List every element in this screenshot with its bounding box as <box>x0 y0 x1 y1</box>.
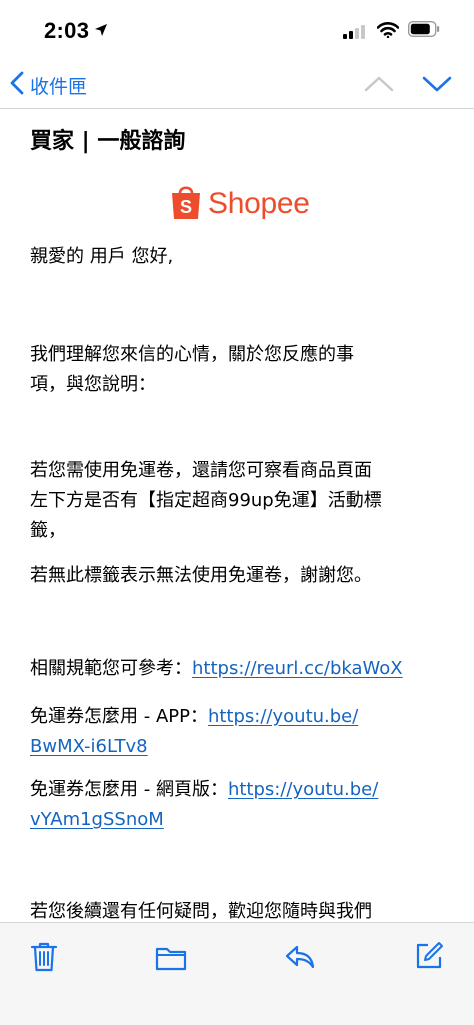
web-guide-link-part-2[interactable]: vYAm1gSSnoM <box>30 809 164 830</box>
chevron-left-icon <box>10 71 24 99</box>
greeting: 親愛的 用戶 您好, <box>30 246 174 267</box>
email-subject: 買家 | 一般諮詢 <box>30 129 186 154</box>
web-guide-line: 免運券怎麼用 - 網頁版：https://youtu.be/ vYAm1gSSn… <box>30 775 440 835</box>
chevron-up-icon <box>364 76 394 92</box>
back-to-inbox-button[interactable]: 收件匣 <box>10 70 87 100</box>
paragraph-1-line-2: 項，與您說明： <box>30 374 156 395</box>
trash-icon[interactable] <box>30 941 58 977</box>
paragraph-3: 若無此標籤表示無法使用免運卷，謝謝您。 <box>30 565 372 586</box>
app-guide-label: 免運券怎麼用 - APP： <box>30 706 208 727</box>
status-time: 2:03 <box>44 18 90 43</box>
paragraph-2-line-2: 左下方是否有【指定超商99up免運】活動標 <box>30 490 382 511</box>
next-message-button[interactable] <box>422 74 452 98</box>
nav-bar: 收件匣 <box>0 62 474 108</box>
shopping-bag-icon: S <box>170 183 202 225</box>
reference-label: 相關規範您可參考： <box>30 658 192 679</box>
paragraph-2-line-3: 籤， <box>30 520 66 541</box>
reference-line: 相關規範您可參考：https://reurl.cc/bkaWoX <box>30 654 440 684</box>
bottom-toolbar <box>0 922 474 1025</box>
paragraph-2: 若您需使用免運卷，還請您可察看商品頁面 左下方是否有【指定超商99up免運】活動… <box>30 456 440 546</box>
reply-icon[interactable] <box>284 943 316 975</box>
logo-wordmark: Shopee <box>208 187 310 220</box>
app-guide-link-part-2[interactable]: BwMX-i6LTv8 <box>30 736 148 757</box>
svg-text:S: S <box>180 197 192 217</box>
back-label: 收件匣 <box>30 76 88 98</box>
reference-link[interactable]: https://reurl.cc/bkaWoX <box>192 658 403 679</box>
paragraph-1-line-1: 我們理解您來信的心情，關於您反應的事 <box>30 344 354 365</box>
location-arrow-icon <box>94 22 108 41</box>
paragraph-2-line-1: 若您需使用免運卷，還請您可察看商品頁面 <box>30 460 372 481</box>
wifi-icon <box>376 22 400 42</box>
closing-line: 若您後續還有任何疑問，歡迎您隨時與我們 <box>30 901 372 922</box>
previous-message-button[interactable] <box>364 74 394 98</box>
compose-icon[interactable] <box>414 941 444 975</box>
chevron-down-icon <box>422 76 452 92</box>
web-guide-label: 免運券怎麼用 - 網頁版： <box>30 779 228 800</box>
folder-icon[interactable] <box>155 945 187 975</box>
web-guide-link-part-1[interactable]: https://youtu.be/ <box>228 779 378 800</box>
paragraph-1: 我們理解您來信的心情，關於您反應的事 項，與您說明： <box>30 340 440 400</box>
app-guide-link-part-1[interactable]: https://youtu.be/ <box>208 706 358 727</box>
app-guide-line: 免運券怎麼用 - APP：https://youtu.be/ BwMX-i6LT… <box>30 702 440 762</box>
cellular-signal-icon <box>343 24 367 43</box>
battery-icon <box>407 20 440 41</box>
email-body[interactable]: 買家 | 一般諮詢 S Shopee 親愛的 用戶 您好, 我們理解您來信的心情… <box>30 109 450 922</box>
shopee-logo: S Shopee <box>170 181 310 227</box>
status-bar: 2:03 <box>0 0 474 62</box>
